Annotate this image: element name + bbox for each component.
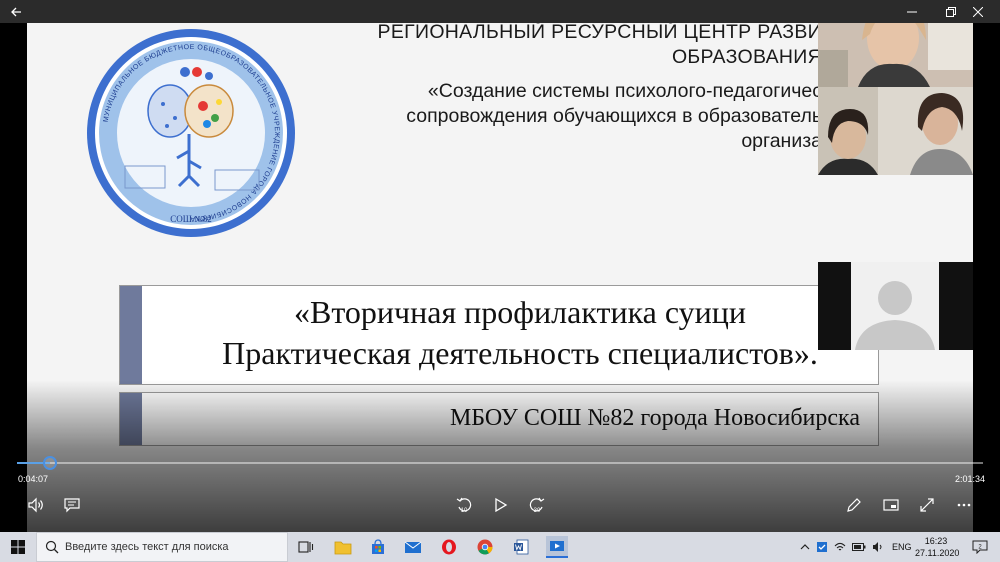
video-player-icon: [550, 541, 564, 551]
taskbar-file-explorer[interactable]: [332, 536, 354, 558]
header-sub-line1: «Создание системы психолого-педагогичес: [427, 80, 822, 102]
taskbar-store[interactable]: [367, 536, 389, 558]
logo-bottom-text: СОШ №82: [170, 214, 211, 224]
miniview-button[interactable]: [880, 494, 902, 516]
chat-bubble-icon: [64, 498, 80, 513]
skip-back-icon: 10: [456, 497, 472, 514]
seek-bar[interactable]: [17, 462, 983, 464]
search-placeholder: Введите здесь текст для поиска: [65, 541, 229, 553]
volume-icon: [28, 497, 43, 513]
taskbar-word[interactable]: [510, 536, 532, 558]
mail-icon: [404, 541, 422, 553]
task-view-button[interactable]: [295, 536, 317, 558]
header-title-line1: РЕГИОНАЛЬНЫЙ РЕСУРСНЫЙ ЦЕНТР РАЗВИ: [377, 21, 822, 43]
header-sub-line2: сопровождения обучающихся в образователь: [406, 105, 822, 127]
header-sub-line3: организа: [741, 130, 822, 152]
skip-back-label: 10: [461, 508, 468, 514]
taskbar-search[interactable]: Введите здесь текст для поиска: [36, 532, 288, 562]
picture-in-picture-icon: [883, 499, 899, 511]
more-icon: [957, 503, 971, 507]
topic-box: «Вторичная профилактика суици Практическ…: [119, 285, 879, 385]
taskbar-video-player[interactable]: [546, 536, 568, 558]
participant-3-image: [818, 262, 973, 350]
clock-date: 27.11.2020: [915, 548, 960, 558]
edit-button[interactable]: [843, 494, 865, 516]
back-button[interactable]: [0, 0, 32, 23]
volume-button[interactable]: [25, 494, 47, 516]
opera-icon: [442, 539, 456, 555]
header-subtitle: «Создание системы психолого-педагогичес …: [342, 79, 822, 154]
play-button[interactable]: [489, 494, 511, 516]
fullscreen-button[interactable]: [916, 494, 938, 516]
title-bar: [0, 0, 1000, 23]
search-icon: [45, 540, 59, 554]
more-button[interactable]: [953, 494, 975, 516]
volume-tray-icon[interactable]: [872, 541, 884, 553]
system-tray: ENG: [800, 532, 918, 562]
total-time: 2:01:34: [955, 474, 986, 484]
wifi-icon[interactable]: [834, 541, 846, 553]
language-indicator[interactable]: ENG: [892, 542, 912, 552]
folder-icon: [334, 541, 352, 554]
close-button[interactable]: [955, 0, 1000, 23]
pencil-icon: [847, 498, 861, 512]
slide-header: РЕГИОНАЛЬНЫЙ РЕСУРСНЫЙ ЦЕНТР РАЗВИ ОБРАЗ…: [342, 20, 822, 154]
taskbar-opera[interactable]: [438, 536, 460, 558]
security-shield-icon[interactable]: [816, 541, 828, 553]
skip-forward-button[interactable]: 30: [526, 494, 548, 516]
taskbar-mail[interactable]: [402, 536, 424, 558]
topic-accent-bar: [120, 286, 142, 384]
subtitles-button[interactable]: [61, 494, 83, 516]
topic-title: «Вторичная профилактика суици Практическ…: [160, 292, 880, 374]
header-title: РЕГИОНАЛЬНЫЙ РЕСУРСНЫЙ ЦЕНТР РАЗВИ ОБРАЗ…: [342, 20, 822, 70]
battery-icon[interactable]: [852, 542, 866, 552]
chrome-icon: [477, 539, 493, 555]
notifications-button[interactable]: 2: [972, 540, 988, 555]
fullscreen-icon: [920, 498, 934, 512]
clock-time: 16:23: [924, 536, 948, 546]
close-icon: [973, 6, 983, 17]
current-time: 0:04:07: [18, 474, 49, 484]
seek-thumb[interactable]: [42, 456, 57, 470]
topic-line2: Практическая деятельность специалистов».: [222, 335, 818, 371]
task-view-icon: [298, 541, 314, 553]
media-player-window: МУНИЦИПАЛЬНОЕ БЮДЖЕТНОЕ ОБЩЕОБРАЗОВАТЕЛЬ…: [0, 0, 1000, 562]
school-logo: МУНИЦИПАЛЬНОЕ БЮДЖЕТНОЕ ОБЩЕОБРАЗОВАТЕЛЬ…: [87, 29, 295, 237]
skip-back-button[interactable]: 10: [453, 494, 475, 516]
taskbar: Введите здесь текст для поиска ENG 16:23…: [0, 532, 1000, 562]
header-title-line2: ОБРАЗОВАНИЯ: [671, 46, 822, 68]
word-icon: [514, 539, 529, 555]
school-accent-bar: [120, 393, 142, 445]
play-icon: [495, 497, 508, 513]
topic-line1: «Вторичная профилактика суици: [294, 294, 746, 330]
skip-forward-icon: 30: [529, 497, 545, 514]
start-button[interactable]: [0, 532, 36, 562]
notification-icon: 2: [972, 540, 988, 555]
system-clock[interactable]: 16:23 27.11.2020: [915, 535, 960, 559]
participant-2-image: [818, 87, 973, 175]
minimize-icon: [907, 11, 917, 12]
chevron-up-icon[interactable]: [800, 542, 810, 552]
participant-video-2: [818, 87, 973, 175]
skip-forward-label: 30: [534, 508, 541, 514]
store-icon: [372, 539, 384, 554]
arrow-left-icon: [11, 7, 21, 16]
participant-video-3: [818, 262, 973, 350]
school-name: МБОУ СОШ №82 города Новосибирска: [449, 405, 860, 431]
windows-logo-icon: [11, 540, 25, 554]
taskbar-chrome[interactable]: [474, 536, 496, 558]
school-box: МБОУ СОШ №82 города Новосибирска: [119, 392, 879, 446]
